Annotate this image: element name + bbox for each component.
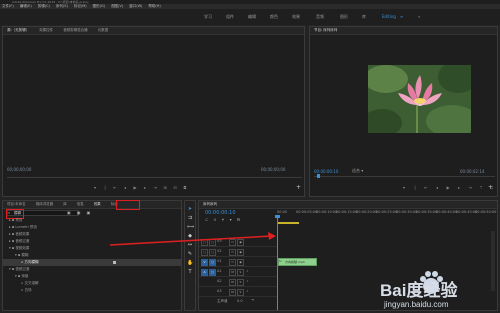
watermark-brand: Bai度经验 (380, 281, 458, 300)
arrow-head-icon (268, 232, 276, 240)
watermark-url: jingyan.baidu.com (384, 300, 449, 309)
drag-arrow-annotation (109, 232, 276, 246)
baidu-watermark: Bai度经验 jingyan.baidu.com (380, 270, 498, 312)
arrow-line (109, 235, 273, 246)
